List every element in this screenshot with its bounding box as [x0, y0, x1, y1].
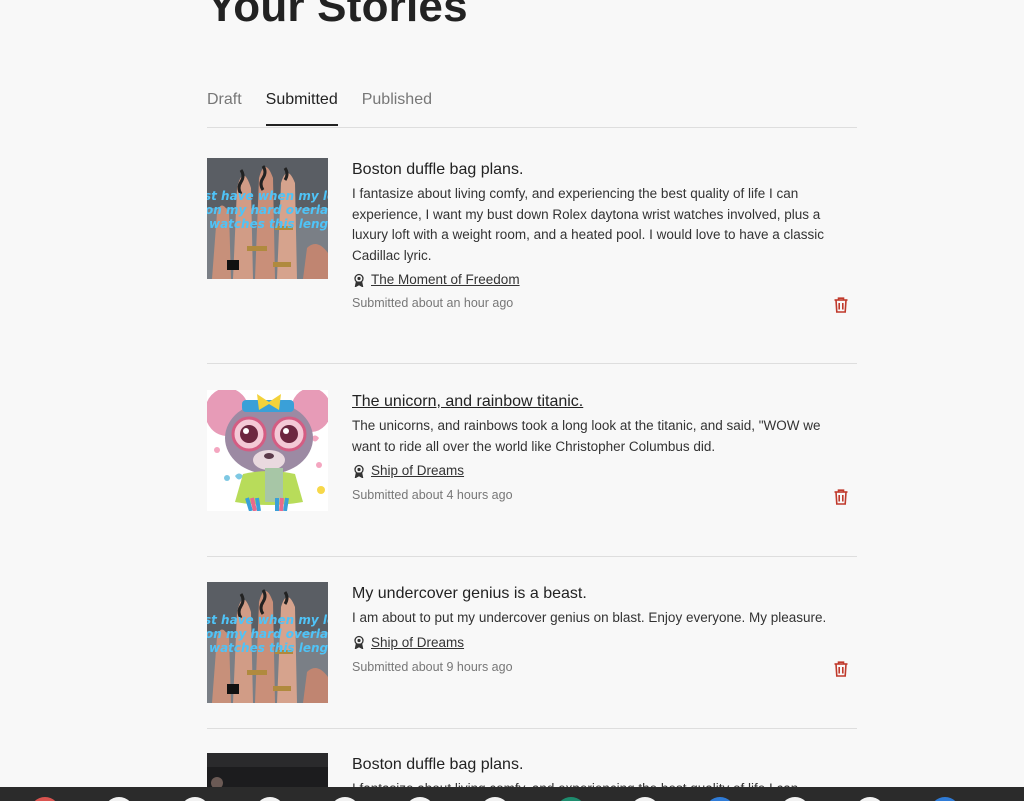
- story-thumbnail[interactable]: st have when my len on my hard overlay w…: [207, 582, 328, 703]
- taskbar: [0, 787, 1024, 801]
- prompt-link[interactable]: Ship of Dreams: [371, 463, 464, 478]
- trash-icon[interactable]: [832, 660, 850, 678]
- story-prompt: The Moment of Freedom: [352, 272, 852, 287]
- tab-published[interactable]: Published: [362, 87, 432, 126]
- story-excerpt: I am about to put my undercover genius o…: [352, 610, 827, 625]
- award-ribbon-icon: [354, 464, 364, 478]
- shelf-app-icon[interactable]: [255, 797, 285, 801]
- shelf-app-icon[interactable]: [330, 797, 360, 801]
- prompt-link[interactable]: Ship of Dreams: [371, 635, 464, 650]
- shelf-app-icon[interactable]: [104, 797, 134, 801]
- story-item: The unicorn, and rainbow titanic. The un…: [207, 390, 857, 557]
- shelf-app-icon[interactable]: [930, 797, 960, 801]
- story-prompt: Ship of Dreams: [352, 463, 852, 478]
- shelf-app-icon[interactable]: [480, 797, 510, 801]
- thumb-caption: st have when my len: [207, 613, 328, 627]
- trash-icon[interactable]: [832, 296, 850, 314]
- stories-page: Your Stories Draft Submitted Published t…: [0, 0, 1024, 801]
- story-thumbnail[interactable]: st have when my len on my hard overlay w…: [207, 158, 328, 279]
- story-title[interactable]: My undercover genius is a beast.: [352, 584, 852, 604]
- story-thumbnail[interactable]: [207, 390, 328, 511]
- submitted-status: Submitted about 9 hours ago: [352, 660, 513, 674]
- shelf-app-icon[interactable]: [180, 797, 210, 801]
- thumb-caption: on my hard overlay: [207, 627, 328, 641]
- thumb-caption: watches this length: [209, 641, 328, 655]
- shelf-app-icon[interactable]: [855, 797, 885, 801]
- tab-draft[interactable]: Draft: [207, 87, 242, 126]
- story-title[interactable]: The unicorn, and rainbow titanic.: [352, 392, 852, 412]
- award-ribbon-icon: [354, 635, 364, 649]
- shelf-app-icon[interactable]: [405, 797, 435, 801]
- story-prompt: Ship of Dreams: [352, 635, 852, 650]
- trash-icon[interactable]: [832, 488, 850, 506]
- thumb-caption: watches this length: [209, 217, 328, 231]
- story-title[interactable]: Boston duffle bag plans.: [352, 755, 852, 775]
- story-excerpt: I fantasize about living comfy, and expe…: [352, 186, 825, 263]
- thumb-caption: on my hard overlay: [207, 203, 328, 217]
- shelf-app-icon[interactable]: [556, 797, 586, 801]
- prompt-link[interactable]: The Moment of Freedom: [371, 272, 520, 287]
- award-ribbon-icon: [354, 273, 364, 287]
- story-body: The unicorn, and rainbow titanic. The un…: [352, 390, 852, 478]
- story-body: Boston duffle bag plans. I fantasize abo…: [352, 158, 852, 287]
- thumb-caption: st have when my len: [207, 189, 328, 203]
- submitted-status: Submitted about 4 hours ago: [352, 488, 513, 502]
- story-tabs: Draft Submitted Published: [207, 87, 857, 128]
- story-title[interactable]: Boston duffle bag plans.: [352, 160, 852, 180]
- page-title: Your Stories: [207, 0, 468, 31]
- shelf-app-icon[interactable]: [705, 797, 735, 801]
- tab-submitted[interactable]: Submitted: [265, 87, 338, 126]
- shelf-app-icon[interactable]: [630, 797, 660, 801]
- main-content: Your Stories Draft Submitted Published t…: [207, 0, 857, 796]
- story-excerpt: The unicorns, and rainbows took a long l…: [352, 418, 821, 454]
- shelf-app-icon[interactable]: [30, 797, 60, 801]
- shelf-app-icon[interactable]: [780, 797, 810, 801]
- story-item: st have when my len on my hard overlay w…: [207, 158, 857, 364]
- story-item: st have when my len on my hard overlay w…: [207, 582, 857, 729]
- submitted-status: Submitted about an hour ago: [352, 296, 514, 310]
- story-body: My undercover genius is a beast. I am ab…: [352, 582, 852, 650]
